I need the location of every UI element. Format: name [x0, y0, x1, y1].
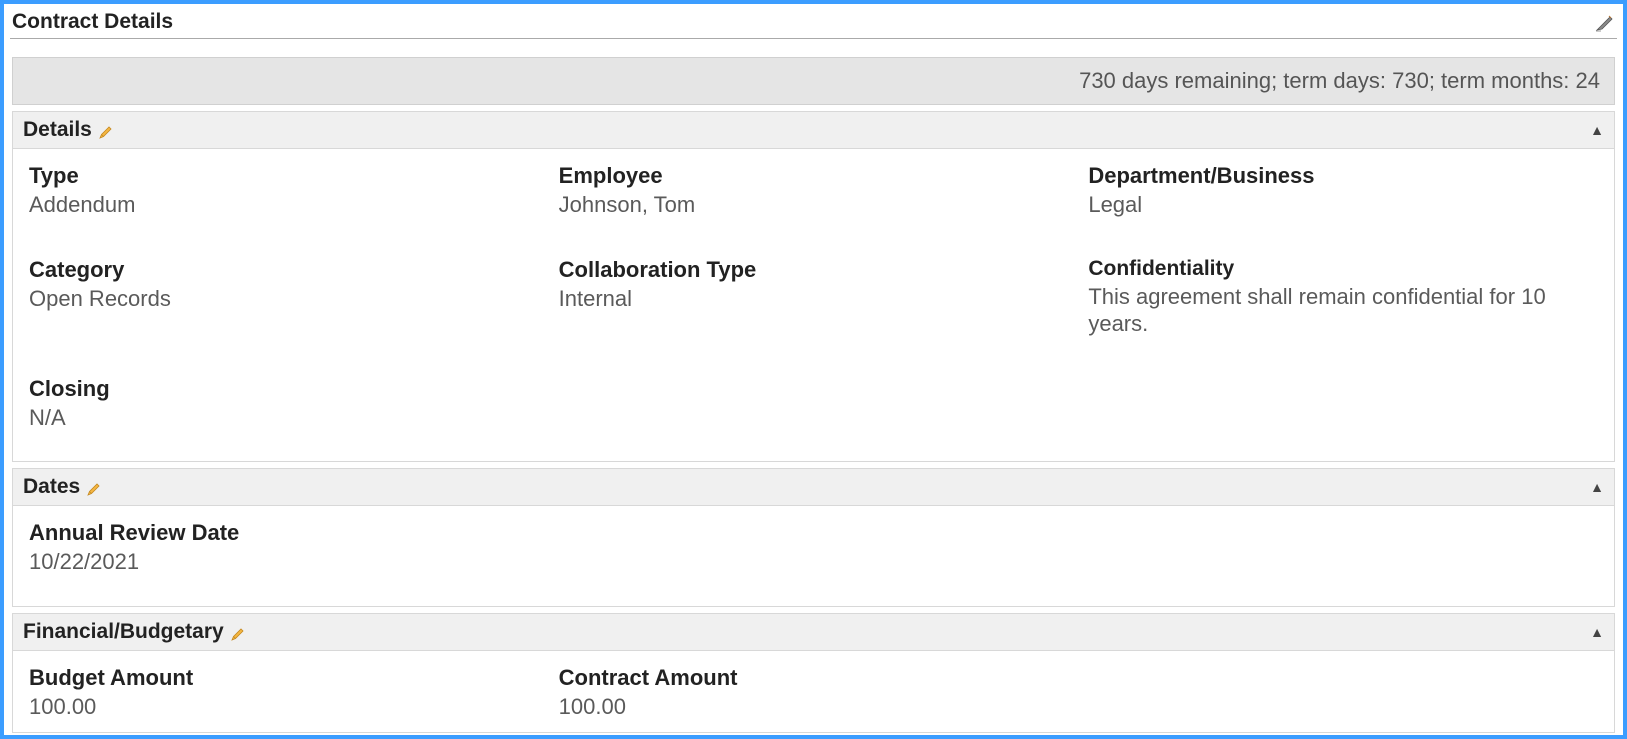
- status-text: 730 days remaining; term days: 730; term…: [1079, 68, 1600, 93]
- dates-panel-header[interactable]: Dates ▲: [12, 468, 1615, 506]
- dates-panel: Dates ▲ Annual Review Date 10/22/2021: [12, 468, 1615, 607]
- value-confidentiality: This agreement shall remain confidential…: [1088, 283, 1548, 338]
- financial-panel: Financial/Budgetary ▲ Budget Amount 100.…: [12, 613, 1615, 734]
- field-closing: Closing N/A: [29, 376, 489, 432]
- pencil-icon[interactable]: [230, 624, 246, 640]
- collapse-toggle-icon[interactable]: ▲: [1590, 479, 1604, 495]
- financial-panel-body: Budget Amount 100.00 Contract Amount 100…: [12, 651, 1615, 734]
- value-closing: N/A: [29, 404, 489, 432]
- value-category: Open Records: [29, 285, 489, 313]
- label-employee: Employee: [559, 163, 1019, 189]
- label-department: Department/Business: [1088, 163, 1548, 189]
- field-employee: Employee Johnson, Tom: [559, 163, 1019, 219]
- field-contract-amount: Contract Amount 100.00: [559, 665, 1019, 721]
- field-department: Department/Business Legal: [1088, 163, 1548, 219]
- pencil-icon[interactable]: [98, 122, 114, 138]
- value-contract-amount: 100.00: [559, 693, 1019, 721]
- label-confidentiality: Confidentiality: [1088, 257, 1548, 281]
- field-confidentiality: Confidentiality This agreement shall rem…: [1088, 257, 1548, 338]
- label-contract-amount: Contract Amount: [559, 665, 1019, 691]
- value-type: Addendum: [29, 191, 489, 219]
- field-collaboration-type: Collaboration Type Internal: [559, 257, 1019, 338]
- value-annual-review-date: 10/22/2021: [29, 548, 489, 576]
- page-title: Contract Details: [12, 10, 173, 34]
- dates-panel-body: Annual Review Date 10/22/2021: [12, 506, 1615, 607]
- field-type: Type Addendum: [29, 163, 489, 219]
- label-collaboration-type: Collaboration Type: [559, 257, 1019, 283]
- value-budget-amount: 100.00: [29, 693, 489, 721]
- status-bar: 730 days remaining; term days: 730; term…: [12, 57, 1615, 105]
- pencil-icon[interactable]: [86, 479, 102, 495]
- value-employee: Johnson, Tom: [559, 191, 1019, 219]
- dates-section-title: Dates: [23, 475, 80, 499]
- label-budget-amount: Budget Amount: [29, 665, 489, 691]
- value-collaboration-type: Internal: [559, 285, 1019, 313]
- value-department: Legal: [1088, 191, 1548, 219]
- field-annual-review-date: Annual Review Date 10/22/2021: [29, 520, 489, 576]
- collapse-toggle-icon[interactable]: ▲: [1590, 624, 1604, 640]
- label-annual-review-date: Annual Review Date: [29, 520, 489, 546]
- field-category: Category Open Records: [29, 257, 489, 338]
- signature-icon[interactable]: [1595, 12, 1615, 32]
- label-type: Type: [29, 163, 489, 189]
- details-panel: Details ▲ Type Addendum Employee Johnson…: [12, 111, 1615, 462]
- label-category: Category: [29, 257, 489, 283]
- field-budget-amount: Budget Amount 100.00: [29, 665, 489, 721]
- page-title-bar: Contract Details: [10, 8, 1617, 39]
- details-panel-body: Type Addendum Employee Johnson, Tom Depa…: [12, 149, 1615, 462]
- financial-panel-header[interactable]: Financial/Budgetary ▲: [12, 613, 1615, 651]
- details-panel-header[interactable]: Details ▲: [12, 111, 1615, 149]
- collapse-toggle-icon[interactable]: ▲: [1590, 122, 1604, 138]
- details-section-title: Details: [23, 118, 92, 142]
- label-closing: Closing: [29, 376, 489, 402]
- financial-section-title: Financial/Budgetary: [23, 620, 224, 644]
